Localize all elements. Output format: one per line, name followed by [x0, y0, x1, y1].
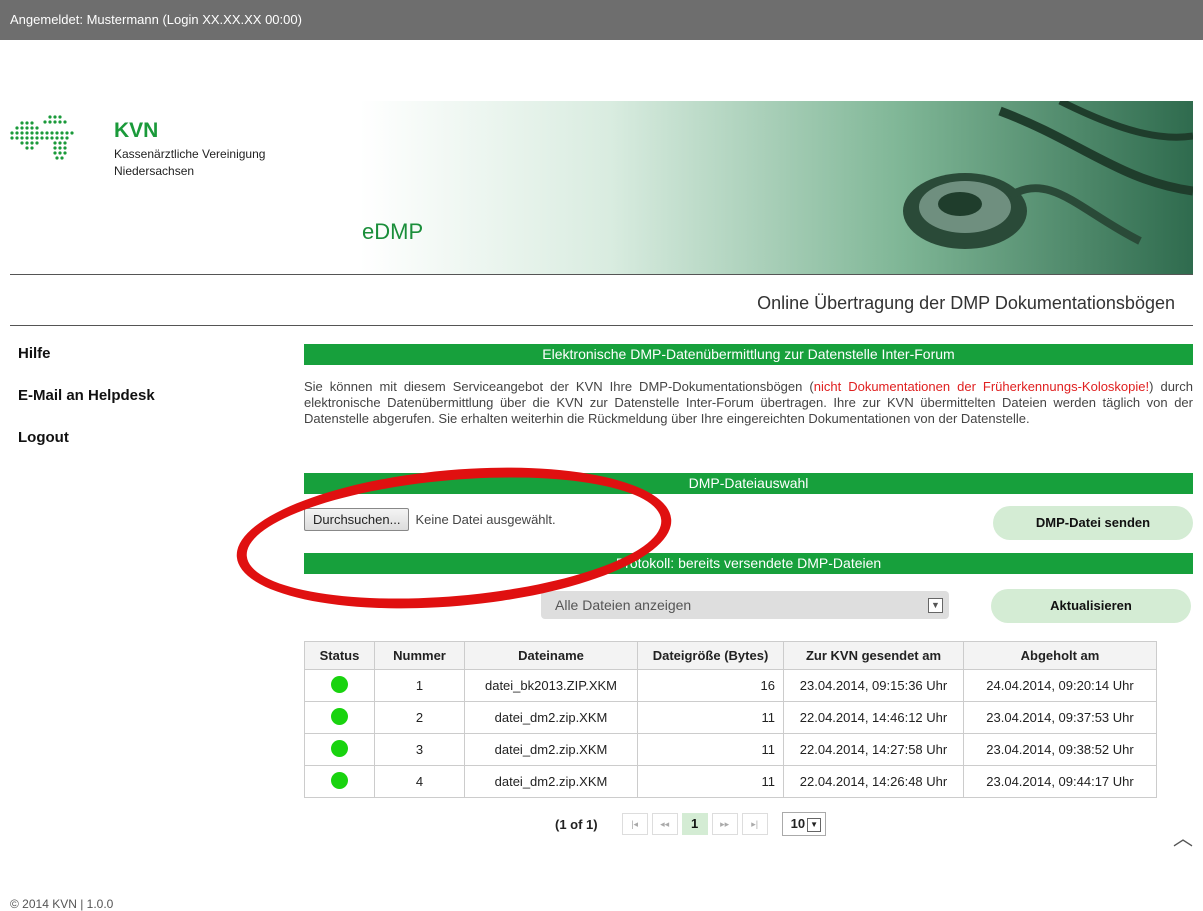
- filename-cell: datei_dm2.zip.XKM: [464, 701, 638, 734]
- sidebar-nav: Hilfe E-Mail an Helpdesk Logout: [18, 345, 155, 471]
- column-header-status[interactable]: Status: [304, 641, 375, 670]
- protocol-table: Status Nummer Dateiname Dateigröße (Byte…: [304, 641, 1157, 798]
- previous-page-button[interactable]: ◂◂: [651, 813, 678, 835]
- fetched-cell: 23.04.2014, 09:44:17 Uhr: [963, 765, 1157, 798]
- next-page-button[interactable]: ▸▸: [711, 813, 738, 835]
- table-row[interactable]: 4 datei_dm2.zip.XKM 11 22.04.2014, 14:26…: [304, 765, 1157, 798]
- filesize-cell: 11: [637, 701, 784, 734]
- column-header-fetched[interactable]: Abgeholt am: [963, 641, 1157, 670]
- filename-cell: datei_dm2.zip.XKM: [464, 733, 638, 766]
- status-cell: [304, 733, 375, 766]
- number-cell: 1: [374, 669, 465, 702]
- login-info: Angemeldet: Mustermann (Login XX.XX.XX 0…: [10, 12, 302, 27]
- filesize-cell: 16: [637, 669, 784, 702]
- rows-per-page-select[interactable]: 10 ▼: [781, 812, 827, 836]
- paginator: (1 of 1) |◂ ◂◂ 1 ▸▸ ▸| 10 ▼: [555, 812, 827, 836]
- status-cell: [304, 701, 375, 734]
- number-cell: 3: [374, 733, 465, 766]
- app-name: eDMP: [362, 219, 424, 244]
- page-subtitle: Online Übertragung der DMP Dokumentation…: [757, 293, 1175, 313]
- rows-per-page-value: 10: [790, 816, 806, 831]
- column-header-filename[interactable]: Dateiname: [464, 641, 638, 670]
- table-row[interactable]: 2 datei_dm2.zip.XKM 11 22.04.2014, 14:46…: [304, 701, 1157, 734]
- number-cell: 2: [374, 701, 465, 734]
- first-page-button[interactable]: |◂: [621, 813, 648, 835]
- file-filter-select[interactable]: Alle Dateien anzeigen ▼: [541, 591, 949, 619]
- file-input-row: Durchsuchen... Keine Datei ausgewählt.: [304, 508, 556, 531]
- logo-abbreviation: KVN: [114, 119, 159, 142]
- nav-link-hilfe[interactable]: Hilfe: [18, 345, 155, 362]
- column-header-sent[interactable]: Zur KVN gesendet am: [783, 641, 964, 670]
- intro-text: Sie können mit diesem Serviceangebot der…: [304, 379, 1193, 427]
- intro-text-part-1: Sie können mit diesem Serviceangebot der…: [304, 379, 814, 394]
- filename-cell: datei_bk2013.ZIP.XKM: [464, 669, 638, 702]
- section-header-protocol: Protokoll: bereits versendete DMP-Dateie…: [304, 553, 1193, 574]
- intro-warning-text: nicht Dokumentationen der Früherkennungs…: [813, 379, 1150, 394]
- chevron-down-icon: ▼: [807, 817, 822, 832]
- column-header-number[interactable]: Nummer: [374, 641, 465, 670]
- last-page-button[interactable]: ▸|: [741, 813, 768, 835]
- logo-subtitle: Kassenärztliche Vereinigung Niedersachse…: [114, 146, 265, 180]
- sent-cell: 22.04.2014, 14:27:58 Uhr: [783, 733, 964, 766]
- page-1-button[interactable]: 1: [681, 813, 708, 835]
- status-cell: [304, 765, 375, 798]
- section-header-file-selection: DMP-Dateiauswahl: [304, 473, 1193, 494]
- status-ok-icon: [331, 675, 348, 693]
- nav-link-logout[interactable]: Logout: [18, 429, 155, 446]
- status-cell: [304, 669, 375, 702]
- fetched-cell: 23.04.2014, 09:38:52 Uhr: [963, 733, 1157, 766]
- page-summary: (1 of 1): [555, 816, 598, 832]
- logo-line-2: Niedersachsen: [114, 164, 195, 178]
- filename-cell: datei_dm2.zip.XKM: [464, 765, 638, 798]
- filesize-cell: 11: [637, 765, 784, 798]
- nav-link-helpdesk-email[interactable]: E-Mail an Helpdesk: [18, 387, 155, 404]
- column-header-filesize[interactable]: Dateigröße (Bytes): [637, 641, 784, 670]
- status-ok-icon: [331, 739, 348, 757]
- send-file-button[interactable]: DMP-Datei senden: [993, 506, 1193, 540]
- logo-line-1: Kassenärztliche Vereinigung: [114, 147, 266, 161]
- status-ok-icon: [331, 771, 348, 789]
- number-cell: 4: [374, 765, 465, 798]
- fetched-cell: 24.04.2014, 09:20:14 Uhr: [963, 669, 1157, 702]
- fetched-cell: 23.04.2014, 09:37:53 Uhr: [963, 701, 1157, 734]
- filesize-cell: 11: [637, 733, 784, 766]
- table-row[interactable]: 1 datei_bk2013.ZIP.XKM 16 23.04.2014, 09…: [304, 669, 1157, 702]
- section-header-transfer: Elektronische DMP-Datenübermittlung zur …: [304, 344, 1193, 365]
- selected-file-label: Keine Datei ausgewählt.: [415, 512, 556, 527]
- sent-cell: 22.04.2014, 14:46:12 Uhr: [783, 701, 964, 734]
- stethoscope-banner: [360, 101, 1193, 274]
- file-filter-value: Alle Dateien anzeigen: [555, 597, 692, 613]
- refresh-button[interactable]: Aktualisieren: [991, 589, 1191, 623]
- status-ok-icon: [331, 707, 348, 725]
- table-header-row: Status Nummer Dateiname Dateigröße (Byte…: [304, 641, 1157, 670]
- divider: [10, 325, 1193, 326]
- kvn-logo-icon: [10, 115, 74, 160]
- top-bar: Angemeldet: Mustermann (Login XX.XX.XX 0…: [0, 0, 1203, 40]
- footer: © 2014 KVN | 1.0.0: [10, 897, 114, 911]
- table-row[interactable]: 3 datei_dm2.zip.XKM 11 22.04.2014, 14:27…: [304, 733, 1157, 766]
- header: KVN Kassenärztliche Vereinigung Niedersa…: [10, 101, 1193, 275]
- sent-cell: 23.04.2014, 09:15:36 Uhr: [783, 669, 964, 702]
- sent-cell: 22.04.2014, 14:26:48 Uhr: [783, 765, 964, 798]
- stethoscope-icon: [903, 101, 1193, 249]
- chevron-up-icon[interactable]: ︿: [1173, 822, 1193, 851]
- chevron-down-icon[interactable]: ▼: [928, 598, 943, 613]
- browse-button[interactable]: Durchsuchen...: [304, 508, 410, 531]
